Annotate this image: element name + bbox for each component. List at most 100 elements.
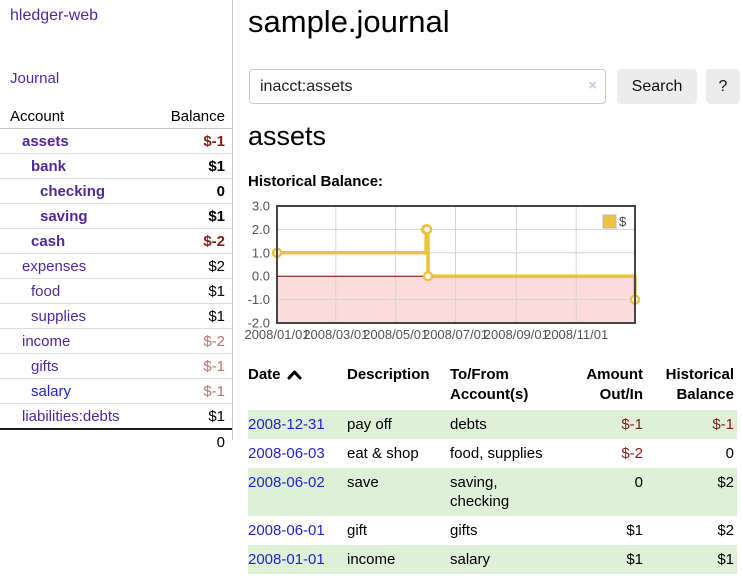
search-button[interactable]: Search	[617, 69, 697, 104]
search-input[interactable]	[249, 69, 606, 104]
account-link-salary[interactable]: salary	[31, 383, 71, 400]
transaction-row: 2008-01-01 income salary $1 $1	[248, 545, 737, 574]
account-row: gifts $-1	[0, 354, 232, 379]
account-balance: $-2	[153, 229, 232, 254]
description-column-header: Description	[347, 360, 450, 410]
help-button[interactable]: ?	[706, 69, 740, 104]
account-balance: $2	[153, 254, 232, 279]
svg-text:1.0: 1.0	[252, 245, 270, 260]
account-column-header: Account	[0, 104, 153, 129]
account-balance: $-1	[153, 129, 232, 154]
main-content: sample.journal × Search ? assets Histori…	[248, 0, 742, 582]
account-link-cash[interactable]: cash	[31, 233, 65, 250]
transaction-date-link[interactable]: 2008-06-02	[248, 474, 325, 491]
transaction-accounts: saving, checking	[450, 468, 565, 516]
historical-balance-chart: 3.02.01.00.0-1.0-2.02008/01/012008/03/01…	[246, 200, 642, 344]
svg-text:2008/09/01: 2008/09/01	[484, 327, 549, 342]
account-row: income $-2	[0, 329, 232, 354]
account-row: expenses $2	[0, 254, 232, 279]
balance-column-header: Historical Balance	[643, 360, 737, 410]
register-table: Date Description To/From Account(s) Amou…	[248, 360, 737, 574]
transaction-amount: $1	[565, 516, 643, 545]
account-balance: $-1	[153, 379, 232, 404]
svg-text:3.0: 3.0	[252, 199, 270, 214]
account-balance: $1	[153, 304, 232, 329]
account-link-saving[interactable]: saving	[40, 208, 88, 225]
transaction-row: 2008-06-01 gift gifts $1 $2	[248, 516, 737, 545]
svg-text:2008/07/01: 2008/07/01	[423, 327, 488, 342]
account-page-heading: assets	[248, 118, 326, 154]
transaction-balance: 0	[643, 439, 737, 468]
transaction-amount: 0	[565, 468, 643, 516]
account-link-expenses[interactable]: expenses	[22, 258, 86, 275]
svg-text:2008/03/01: 2008/03/01	[303, 327, 368, 342]
sidebar-item-journal[interactable]: Journal	[10, 70, 59, 87]
transaction-amount: $-2	[565, 439, 643, 468]
accounts-total-value: 0	[153, 429, 232, 454]
amount-column-header: Amount Out/In	[565, 360, 643, 410]
account-row: salary $-1	[0, 379, 232, 404]
balance-column-header: Balance	[153, 104, 232, 129]
search-form: × Search ?	[249, 69, 740, 104]
account-row: checking 0	[0, 179, 232, 204]
transaction-row: 2008-12-31 pay off debts $-1 $-1	[248, 410, 737, 439]
transaction-balance: $2	[643, 468, 737, 516]
transaction-description: save	[347, 468, 450, 516]
accounts-table-header: Account Balance	[0, 104, 232, 129]
accounts-balance-table: Account Balance assets $-1 bank $1 check…	[0, 104, 232, 454]
accounts-total-row: 0	[0, 429, 232, 454]
svg-text:2.0: 2.0	[252, 222, 270, 237]
transaction-balance: $2	[643, 516, 737, 545]
sort-ascending-icon	[287, 369, 302, 380]
date-column-header[interactable]: Date	[248, 360, 347, 410]
svg-text:$: $	[619, 214, 627, 229]
transaction-accounts: debts	[450, 410, 565, 439]
svg-text:-1.0: -1.0	[248, 292, 270, 307]
page-title: sample.journal	[248, 0, 450, 44]
app-brand-link[interactable]: hledger-web	[10, 7, 98, 25]
account-link-food[interactable]: food	[31, 283, 60, 300]
transaction-description: pay off	[347, 410, 450, 439]
account-link-checking[interactable]: checking	[40, 183, 105, 200]
svg-text:2008/01/01: 2008/01/01	[244, 327, 309, 342]
account-balance: 0	[153, 179, 232, 204]
transaction-accounts: food, supplies	[450, 439, 565, 468]
sidebar: hledger-web Journal Account Balance asse…	[0, 0, 233, 440]
account-row: bank $1	[0, 154, 232, 179]
transaction-date-link[interactable]: 2008-06-01	[248, 522, 325, 539]
account-balance: $1	[153, 279, 232, 304]
transaction-description: income	[347, 545, 450, 574]
account-row: liabilities:debts $1	[0, 404, 232, 430]
chart-title: Historical Balance:	[248, 173, 383, 190]
transaction-date-link[interactable]: 2008-06-03	[248, 445, 325, 462]
account-link-gifts[interactable]: gifts	[31, 358, 59, 375]
account-balance: $1	[153, 204, 232, 229]
transaction-description: gift	[347, 516, 450, 545]
svg-text:2008/11/01: 2008/11/01	[544, 327, 608, 342]
account-row: supplies $1	[0, 304, 232, 329]
account-link-assets[interactable]: assets	[22, 133, 69, 150]
transaction-balance: $1	[643, 545, 737, 574]
transaction-amount: $-1	[565, 410, 643, 439]
transaction-accounts: gifts	[450, 516, 565, 545]
account-link-bank[interactable]: bank	[31, 158, 66, 175]
account-balance: $1	[153, 404, 232, 430]
account-link-liabilities-debts[interactable]: liabilities:debts	[22, 408, 120, 425]
account-column-header: To/From Account(s)	[450, 360, 565, 410]
account-row: cash $-2	[0, 229, 232, 254]
account-link-income[interactable]: income	[22, 333, 70, 350]
account-balance: $-1	[153, 354, 232, 379]
transaction-amount: $1	[565, 545, 643, 574]
register-header-row: Date Description To/From Account(s) Amou…	[248, 360, 737, 410]
account-balance: $1	[153, 154, 232, 179]
clear-search-icon[interactable]: ×	[588, 78, 597, 94]
transaction-date-link[interactable]: 2008-01-01	[248, 551, 325, 568]
transaction-accounts: salary	[450, 545, 565, 574]
transaction-date-link[interactable]: 2008-12-31	[248, 416, 325, 433]
account-row: food $1	[0, 279, 232, 304]
account-balance: $-2	[153, 329, 232, 354]
account-row: saving $1	[0, 204, 232, 229]
account-link-supplies[interactable]: supplies	[31, 308, 86, 325]
svg-text:0.0: 0.0	[252, 269, 270, 284]
transaction-balance: $-1	[643, 410, 737, 439]
